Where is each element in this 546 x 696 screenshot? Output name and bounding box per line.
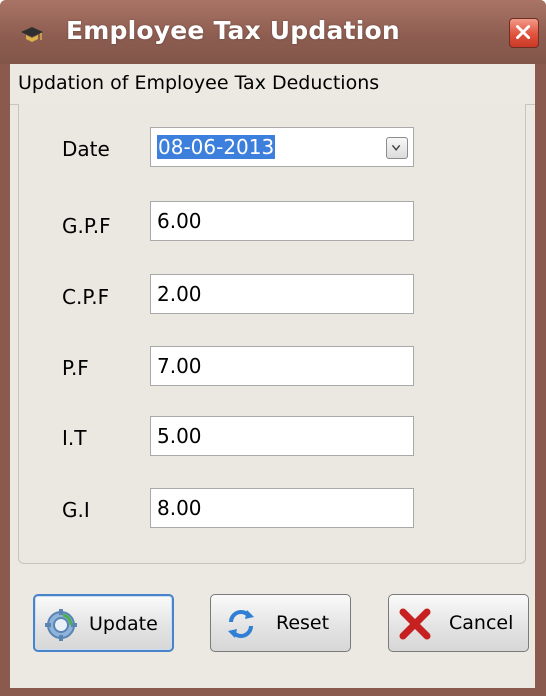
gear-icon xyxy=(45,609,77,641)
chevron-down-icon xyxy=(391,144,401,151)
pf-label: P.F xyxy=(62,356,89,380)
gi-label: G.I xyxy=(62,498,90,522)
date-dropdown-button[interactable] xyxy=(386,137,408,159)
it-label: I.T xyxy=(62,426,87,450)
gpf-label: G.P.F xyxy=(62,214,111,238)
reset-button[interactable]: Reset xyxy=(210,594,351,652)
gi-input[interactable] xyxy=(150,488,414,528)
date-picker[interactable]: 08-06-2013 xyxy=(150,127,414,167)
refresh-icon xyxy=(228,610,254,638)
update-button[interactable]: Update xyxy=(33,594,174,652)
update-button-label: Update xyxy=(89,613,158,635)
cancel-button[interactable]: Cancel xyxy=(388,594,529,652)
graduation-cap-icon xyxy=(21,27,43,42)
x-icon xyxy=(399,608,431,640)
close-icon xyxy=(516,25,531,40)
pf-input[interactable] xyxy=(150,346,414,386)
gpf-input[interactable] xyxy=(150,201,414,241)
cpf-label: C.P.F xyxy=(62,285,110,309)
window-title: Employee Tax Updation xyxy=(66,16,400,45)
date-label: Date xyxy=(62,137,110,161)
cpf-input[interactable] xyxy=(150,274,414,314)
title-bar[interactable]: Employee Tax Updation xyxy=(0,0,546,64)
close-button[interactable] xyxy=(509,18,539,48)
form-subtitle: Updation of Employee Tax Deductions xyxy=(18,72,380,94)
tax-updation-window: Employee Tax Updation Updation of Employ… xyxy=(0,0,546,696)
cancel-button-label: Cancel xyxy=(449,612,514,634)
it-input[interactable] xyxy=(150,416,414,456)
window-bottom-edge xyxy=(10,684,535,688)
reset-button-label: Reset xyxy=(276,612,330,634)
date-value[interactable]: 08-06-2013 xyxy=(157,135,276,159)
